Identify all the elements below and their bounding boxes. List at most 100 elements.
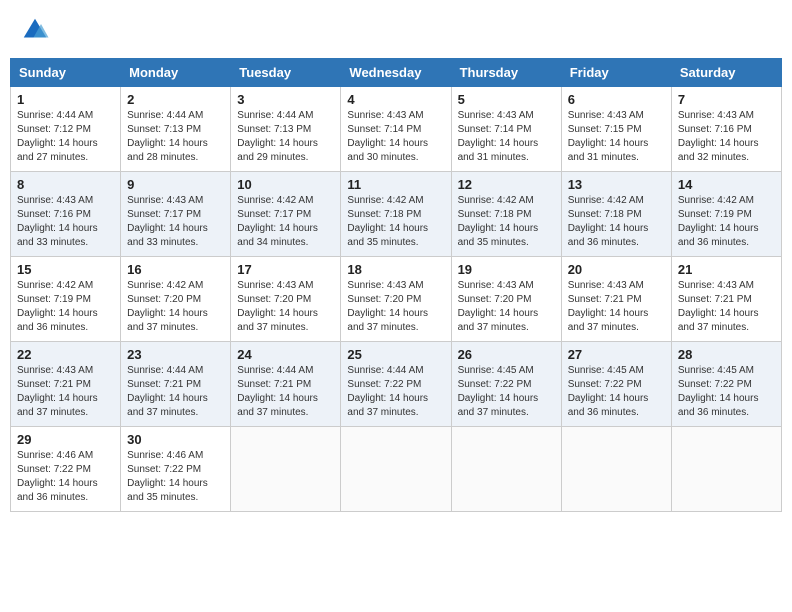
day-info: Sunrise: 4:42 AM Sunset: 7:18 PM Dayligh… <box>458 194 555 250</box>
day-number: 24 <box>237 347 334 362</box>
logo <box>20 15 54 45</box>
calendar-cell: 25 Sunrise: 4:44 AM Sunset: 7:22 PM Dayl… <box>341 342 451 427</box>
day-info: Sunrise: 4:42 AM Sunset: 7:18 PM Dayligh… <box>568 194 665 250</box>
calendar-cell: 24 Sunrise: 4:44 AM Sunset: 7:21 PM Dayl… <box>231 342 341 427</box>
day-info: Sunrise: 4:43 AM Sunset: 7:20 PM Dayligh… <box>347 279 444 335</box>
day-number: 28 <box>678 347 775 362</box>
calendar-cell: 1 Sunrise: 4:44 AM Sunset: 7:12 PM Dayli… <box>11 87 121 172</box>
day-number: 16 <box>127 262 224 277</box>
day-number: 6 <box>568 92 665 107</box>
day-number: 8 <box>17 177 114 192</box>
day-number: 7 <box>678 92 775 107</box>
day-number: 27 <box>568 347 665 362</box>
calendar-cell: 20 Sunrise: 4:43 AM Sunset: 7:21 PM Dayl… <box>561 257 671 342</box>
day-info: Sunrise: 4:44 AM Sunset: 7:22 PM Dayligh… <box>347 364 444 420</box>
weekday-header-thursday: Thursday <box>451 59 561 87</box>
day-number: 1 <box>17 92 114 107</box>
day-info: Sunrise: 4:43 AM Sunset: 7:21 PM Dayligh… <box>568 279 665 335</box>
day-number: 14 <box>678 177 775 192</box>
calendar-cell: 17 Sunrise: 4:43 AM Sunset: 7:20 PM Dayl… <box>231 257 341 342</box>
weekday-header-monday: Monday <box>121 59 231 87</box>
calendar-cell: 19 Sunrise: 4:43 AM Sunset: 7:20 PM Dayl… <box>451 257 561 342</box>
weekday-header-sunday: Sunday <box>11 59 121 87</box>
day-number: 22 <box>17 347 114 362</box>
day-number: 30 <box>127 432 224 447</box>
calendar-cell: 28 Sunrise: 4:45 AM Sunset: 7:22 PM Dayl… <box>671 342 781 427</box>
day-info: Sunrise: 4:42 AM Sunset: 7:19 PM Dayligh… <box>678 194 775 250</box>
calendar-cell: 2 Sunrise: 4:44 AM Sunset: 7:13 PM Dayli… <box>121 87 231 172</box>
day-info: Sunrise: 4:43 AM Sunset: 7:15 PM Dayligh… <box>568 109 665 165</box>
day-number: 20 <box>568 262 665 277</box>
day-info: Sunrise: 4:43 AM Sunset: 7:16 PM Dayligh… <box>678 109 775 165</box>
calendar-cell <box>231 427 341 512</box>
day-info: Sunrise: 4:44 AM Sunset: 7:12 PM Dayligh… <box>17 109 114 165</box>
calendar-week-row: 29 Sunrise: 4:46 AM Sunset: 7:22 PM Dayl… <box>11 427 782 512</box>
calendar-cell <box>671 427 781 512</box>
calendar-cell: 6 Sunrise: 4:43 AM Sunset: 7:15 PM Dayli… <box>561 87 671 172</box>
day-number: 11 <box>347 177 444 192</box>
calendar-cell: 27 Sunrise: 4:45 AM Sunset: 7:22 PM Dayl… <box>561 342 671 427</box>
day-info: Sunrise: 4:42 AM Sunset: 7:19 PM Dayligh… <box>17 279 114 335</box>
weekday-header-friday: Friday <box>561 59 671 87</box>
day-number: 10 <box>237 177 334 192</box>
calendar-cell: 21 Sunrise: 4:43 AM Sunset: 7:21 PM Dayl… <box>671 257 781 342</box>
day-info: Sunrise: 4:42 AM Sunset: 7:18 PM Dayligh… <box>347 194 444 250</box>
weekday-header-row: SundayMondayTuesdayWednesdayThursdayFrid… <box>11 59 782 87</box>
page-header <box>10 10 782 50</box>
calendar-cell: 7 Sunrise: 4:43 AM Sunset: 7:16 PM Dayli… <box>671 87 781 172</box>
day-info: Sunrise: 4:42 AM Sunset: 7:17 PM Dayligh… <box>237 194 334 250</box>
calendar-cell: 18 Sunrise: 4:43 AM Sunset: 7:20 PM Dayl… <box>341 257 451 342</box>
calendar-cell: 23 Sunrise: 4:44 AM Sunset: 7:21 PM Dayl… <box>121 342 231 427</box>
day-number: 21 <box>678 262 775 277</box>
calendar-cell: 4 Sunrise: 4:43 AM Sunset: 7:14 PM Dayli… <box>341 87 451 172</box>
day-info: Sunrise: 4:46 AM Sunset: 7:22 PM Dayligh… <box>127 449 224 505</box>
day-info: Sunrise: 4:45 AM Sunset: 7:22 PM Dayligh… <box>458 364 555 420</box>
day-number: 19 <box>458 262 555 277</box>
day-number: 4 <box>347 92 444 107</box>
weekday-header-saturday: Saturday <box>671 59 781 87</box>
calendar-cell: 26 Sunrise: 4:45 AM Sunset: 7:22 PM Dayl… <box>451 342 561 427</box>
calendar-cell: 3 Sunrise: 4:44 AM Sunset: 7:13 PM Dayli… <box>231 87 341 172</box>
logo-icon <box>20 15 50 45</box>
calendar-week-row: 1 Sunrise: 4:44 AM Sunset: 7:12 PM Dayli… <box>11 87 782 172</box>
day-number: 2 <box>127 92 224 107</box>
calendar-cell: 29 Sunrise: 4:46 AM Sunset: 7:22 PM Dayl… <box>11 427 121 512</box>
calendar-cell: 14 Sunrise: 4:42 AM Sunset: 7:19 PM Dayl… <box>671 172 781 257</box>
day-number: 13 <box>568 177 665 192</box>
calendar-cell: 13 Sunrise: 4:42 AM Sunset: 7:18 PM Dayl… <box>561 172 671 257</box>
calendar-cell: 9 Sunrise: 4:43 AM Sunset: 7:17 PM Dayli… <box>121 172 231 257</box>
calendar-cell: 16 Sunrise: 4:42 AM Sunset: 7:20 PM Dayl… <box>121 257 231 342</box>
calendar-cell: 8 Sunrise: 4:43 AM Sunset: 7:16 PM Dayli… <box>11 172 121 257</box>
calendar-table: SundayMondayTuesdayWednesdayThursdayFrid… <box>10 58 782 512</box>
day-number: 3 <box>237 92 334 107</box>
day-info: Sunrise: 4:43 AM Sunset: 7:20 PM Dayligh… <box>237 279 334 335</box>
calendar-cell: 10 Sunrise: 4:42 AM Sunset: 7:17 PM Dayl… <box>231 172 341 257</box>
day-number: 9 <box>127 177 224 192</box>
day-info: Sunrise: 4:43 AM Sunset: 7:20 PM Dayligh… <box>458 279 555 335</box>
day-info: Sunrise: 4:45 AM Sunset: 7:22 PM Dayligh… <box>678 364 775 420</box>
calendar-cell: 11 Sunrise: 4:42 AM Sunset: 7:18 PM Dayl… <box>341 172 451 257</box>
day-number: 18 <box>347 262 444 277</box>
weekday-header-tuesday: Tuesday <box>231 59 341 87</box>
weekday-header-wednesday: Wednesday <box>341 59 451 87</box>
calendar-cell <box>451 427 561 512</box>
day-info: Sunrise: 4:43 AM Sunset: 7:21 PM Dayligh… <box>678 279 775 335</box>
day-number: 5 <box>458 92 555 107</box>
calendar-week-row: 22 Sunrise: 4:43 AM Sunset: 7:21 PM Dayl… <box>11 342 782 427</box>
day-number: 26 <box>458 347 555 362</box>
day-info: Sunrise: 4:43 AM Sunset: 7:14 PM Dayligh… <box>347 109 444 165</box>
calendar-week-row: 8 Sunrise: 4:43 AM Sunset: 7:16 PM Dayli… <box>11 172 782 257</box>
day-info: Sunrise: 4:45 AM Sunset: 7:22 PM Dayligh… <box>568 364 665 420</box>
day-info: Sunrise: 4:44 AM Sunset: 7:13 PM Dayligh… <box>237 109 334 165</box>
day-number: 29 <box>17 432 114 447</box>
day-info: Sunrise: 4:42 AM Sunset: 7:20 PM Dayligh… <box>127 279 224 335</box>
day-info: Sunrise: 4:43 AM Sunset: 7:14 PM Dayligh… <box>458 109 555 165</box>
day-info: Sunrise: 4:43 AM Sunset: 7:21 PM Dayligh… <box>17 364 114 420</box>
calendar-cell <box>561 427 671 512</box>
day-number: 12 <box>458 177 555 192</box>
calendar-cell: 5 Sunrise: 4:43 AM Sunset: 7:14 PM Dayli… <box>451 87 561 172</box>
day-number: 15 <box>17 262 114 277</box>
day-info: Sunrise: 4:44 AM Sunset: 7:13 PM Dayligh… <box>127 109 224 165</box>
day-info: Sunrise: 4:44 AM Sunset: 7:21 PM Dayligh… <box>127 364 224 420</box>
calendar-cell <box>341 427 451 512</box>
